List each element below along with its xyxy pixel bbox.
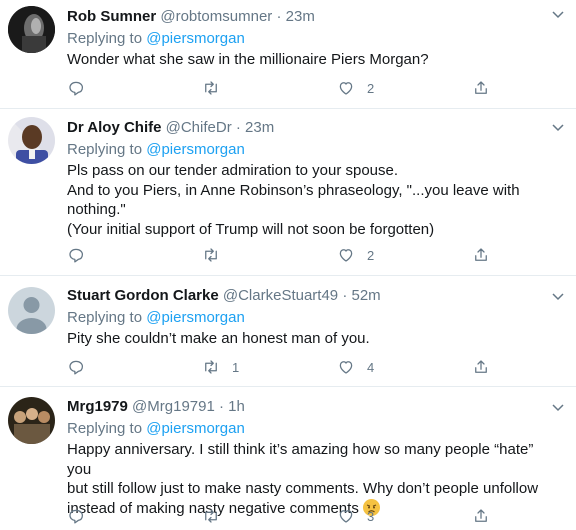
- retweet-icon: [205, 81, 217, 95]
- mention-link[interactable]: @piersmorgan: [146, 309, 245, 326]
- timestamp[interactable]: 23m: [245, 119, 274, 136]
- tweet-text: Pls pass on our tender admiration to you…: [67, 161, 556, 239]
- tweet-text-line: Pity she couldn’t make an honest man of …: [67, 330, 370, 347]
- tweet-text-line: Pls pass on our tender admiration to you…: [67, 162, 399, 179]
- timestamp[interactable]: 1h: [228, 398, 245, 415]
- display-name[interactable]: Mrg1979: [67, 398, 128, 415]
- replying-to: Replying to @piersmorgan: [67, 29, 556, 49]
- username[interactable]: @ClarkeStuart49: [223, 287, 338, 304]
- display-name[interactable]: Rob Sumner: [67, 8, 156, 25]
- retweet-icon: [205, 248, 217, 262]
- avatar[interactable]: [8, 397, 55, 444]
- reply-button[interactable]: [67, 245, 97, 265]
- retweet-icon: [205, 360, 217, 374]
- reply-icon: [69, 81, 84, 96]
- chevron-down-icon[interactable]: [550, 288, 566, 304]
- replying-to-label: Replying to: [67, 309, 143, 326]
- share-button[interactable]: [472, 506, 490, 526]
- username[interactable]: @robtomsumner: [160, 8, 272, 25]
- mention-link[interactable]: @piersmorgan: [146, 420, 245, 437]
- retweet-button[interactable]: [202, 78, 232, 98]
- heart-icon: [339, 361, 353, 374]
- retweet-button[interactable]: 1: [202, 357, 239, 377]
- chevron-down-icon[interactable]: [550, 119, 566, 135]
- like-count: 4: [367, 359, 375, 375]
- tweet[interactable]: Mrg1979 @Mrg19791 · 1h Replying to @pier…: [0, 387, 576, 530]
- tweet-text-line: And to you Piers, in Anne Robinson’s phr…: [67, 181, 520, 199]
- like-count: 2: [367, 80, 375, 96]
- reply-button[interactable]: [67, 357, 97, 377]
- tweet-text-line: Wonder what she saw in the millionaire P…: [67, 51, 429, 68]
- retweet-button[interactable]: [202, 245, 232, 265]
- tweet-text-line: Happy anniversary. I still think it’s am…: [67, 441, 534, 478]
- reply-icon: [69, 360, 84, 375]
- reply-button[interactable]: [67, 78, 97, 98]
- retweet-button[interactable]: [202, 506, 232, 526]
- share-button[interactable]: [472, 78, 490, 98]
- mention-link[interactable]: @piersmorgan: [146, 30, 245, 47]
- chevron-down-icon[interactable]: [550, 399, 566, 415]
- replying-to-label: Replying to: [67, 141, 143, 158]
- heart-icon: [339, 510, 353, 523]
- tweet[interactable]: Dr Aloy Chife @ChifeDr · 23m Replying to…: [0, 109, 576, 276]
- reply-icon: [69, 248, 84, 263]
- tweet-text: Pity she couldn’t make an honest man of …: [67, 329, 556, 349]
- reply-icon: [69, 509, 84, 524]
- mention-link[interactable]: @piersmorgan: [146, 141, 245, 158]
- tweet-text-line: (Your initial support of Trump will not …: [67, 220, 435, 238]
- like-button[interactable]: 4: [337, 357, 374, 377]
- share-icon: [475, 248, 487, 261]
- like-button[interactable]: 2: [337, 245, 374, 265]
- share-icon: [475, 81, 487, 94]
- replying-to: Replying to @piersmorgan: [67, 419, 556, 439]
- replying-to-label: Replying to: [67, 30, 143, 47]
- replying-to: Replying to @piersmorgan: [67, 308, 556, 328]
- heart-icon: [339, 249, 353, 262]
- like-button[interactable]: 3: [337, 506, 374, 526]
- like-button[interactable]: 2: [337, 78, 374, 98]
- timestamp[interactable]: 52m: [352, 287, 381, 304]
- display-name[interactable]: Stuart Gordon Clarke: [67, 287, 219, 304]
- tweet[interactable]: Stuart Gordon Clarke @ClarkeStuart49 · 5…: [0, 276, 576, 387]
- heart-icon: [339, 82, 353, 95]
- separator-dot: ·: [342, 287, 348, 304]
- tweet-text-line: but still follow just to make nasty comm…: [67, 480, 539, 497]
- separator-dot: ·: [219, 398, 224, 415]
- retweet-icon: [205, 509, 217, 523]
- tweet-text-line: nothing.": [67, 201, 126, 218]
- retweet-count: 1: [232, 359, 240, 375]
- separator-dot: ·: [235, 119, 241, 136]
- share-icon: [475, 360, 487, 373]
- share-icon: [475, 509, 487, 522]
- display-name[interactable]: Dr Aloy Chife: [67, 119, 161, 136]
- avatar[interactable]: [8, 6, 55, 53]
- username[interactable]: @Mrg19791: [132, 398, 215, 415]
- reply-button[interactable]: [67, 506, 97, 526]
- replying-to: Replying to @piersmorgan: [67, 140, 556, 160]
- username[interactable]: @ChifeDr: [166, 119, 232, 136]
- tweet-text: Wonder what she saw in the millionaire P…: [67, 50, 556, 70]
- timestamp[interactable]: 23m: [286, 8, 315, 25]
- tweet[interactable]: Rob Sumner @robtomsumner · 23m Replying …: [0, 0, 576, 109]
- like-count: 2: [367, 247, 375, 263]
- separator-dot: ·: [276, 8, 282, 25]
- share-button[interactable]: [472, 245, 490, 265]
- avatar[interactable]: [8, 117, 55, 164]
- chevron-down-icon[interactable]: [550, 6, 566, 22]
- replying-to-label: Replying to: [67, 420, 143, 437]
- share-button[interactable]: [472, 357, 490, 377]
- like-count: 3: [367, 508, 375, 524]
- avatar[interactable]: [8, 287, 55, 334]
